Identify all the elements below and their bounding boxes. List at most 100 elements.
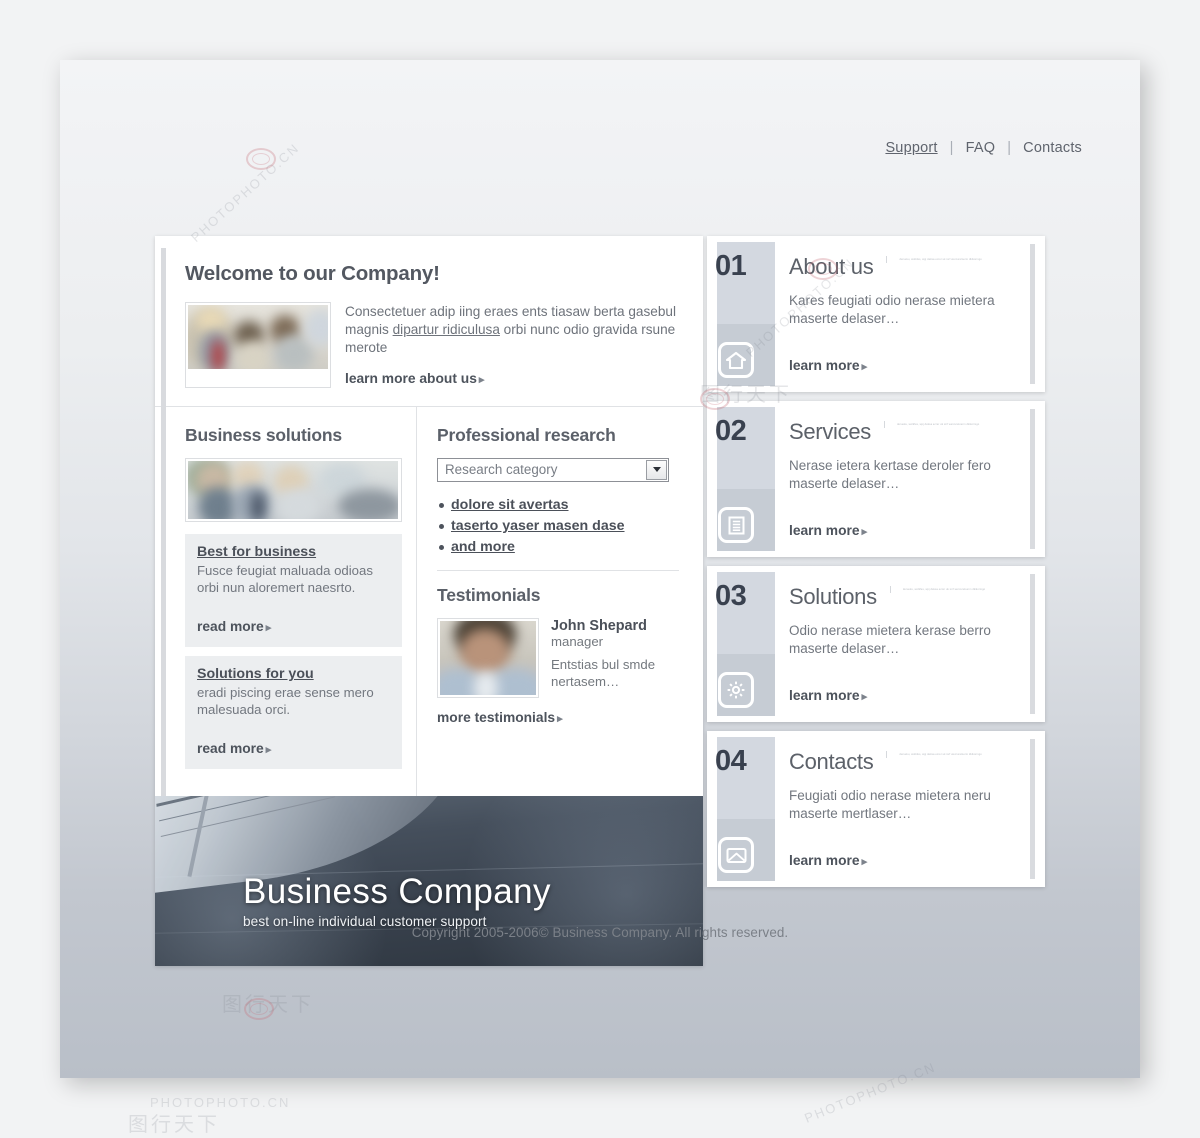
tile-text: eradi piscing erae sense mero malesuada … <box>197 685 374 718</box>
card-number: 04 <box>715 745 747 777</box>
card-title: Solutions <box>789 584 877 609</box>
research-category-value: Research category <box>445 461 558 477</box>
research-category-select[interactable]: Research category <box>437 457 669 482</box>
testimonial-quote: Entstias bul smde nertasem… <box>551 656 656 689</box>
card-number: 01 <box>715 250 747 282</box>
envelope-icon <box>718 837 754 873</box>
card-microtext: derueku, wolkfes, wpj deksa ecrer uk ior… <box>896 423 980 426</box>
professional-research-column: Professional research Research category … <box>417 407 703 797</box>
page-canvas: Support | FAQ | Contacts Welcome to our Comp… <box>60 60 1140 1078</box>
welcome-paragraph: Consectetuer adip iing eraes ents tiasaw… <box>345 303 681 357</box>
welcome-inline-link[interactable]: dipartur ridiculusa <box>393 322 500 337</box>
card-description: Feugiati odio nerase mietera neru masert… <box>789 788 991 821</box>
arrow-right-icon: ▸ <box>265 622 272 635</box>
hero-banner: Business Company best on-line individual… <box>155 796 703 967</box>
main-layout: Welcome to our Company! Consectetuer adi… <box>155 236 1045 967</box>
nav-link-contacts[interactable]: Contacts <box>1023 140 1082 156</box>
watermark-latin: PHOTOPHOTO.CN <box>150 1095 291 1110</box>
list-item: dolore sit avertas <box>437 496 679 514</box>
arrow-right-icon: ▸ <box>861 525 868 538</box>
card-learn-more-link[interactable]: learn more ▸ <box>789 523 867 538</box>
nav-separator-2: | <box>1007 140 1012 156</box>
card-number: 02 <box>715 415 747 447</box>
welcome-section: Welcome to our Company! Consectetuer adi… <box>155 236 703 407</box>
card-title: Contacts <box>789 749 874 774</box>
banner-title: Business Company <box>243 872 551 912</box>
card-contacts[interactable]: 04 Contacts derueku, wolkfes, wpj deksa … <box>707 731 1045 887</box>
card-learn-more-label: learn more <box>789 522 860 538</box>
testimonials-heading: Testimonials <box>437 584 541 605</box>
chevron-down-icon[interactable] <box>646 459 667 480</box>
research-links-list: dolore sit avertas taserto yaser masen d… <box>437 496 679 556</box>
business-solutions-photo <box>185 457 402 522</box>
more-testimonials-link[interactable]: more testimonials ▸ <box>437 710 563 725</box>
card-learn-more-label: learn more <box>789 852 860 868</box>
card-description: Nerase ietera kertase deroler fero maser… <box>789 458 991 491</box>
card-learn-more-link[interactable]: learn more ▸ <box>789 358 867 373</box>
learn-more-about-us-link[interactable]: learn more about us ▸ <box>345 371 484 386</box>
arrow-right-icon: ▸ <box>478 373 485 386</box>
card-microtext: derueku, wolkfes, wpj deksa ecrer uk ior… <box>899 258 982 261</box>
read-more-label: read more <box>197 619 264 635</box>
page-title: Welcome to our Company! <box>185 262 440 285</box>
feature-cards: 01 About us derueku, wolkfes, wpj deksa … <box>707 236 1045 896</box>
document-icon <box>718 507 754 543</box>
card-microtext: derueku, wolkfes, wpj deksa ecrer uk ior… <box>899 753 982 756</box>
content-panel: Welcome to our Company! Consectetuer adi… <box>155 236 703 967</box>
nav-separator-1: | <box>949 140 954 156</box>
list-item: and more <box>437 538 679 556</box>
arrow-right-icon: ▸ <box>557 712 563 725</box>
tile-title[interactable]: Best for business <box>197 544 390 560</box>
welcome-photo <box>185 302 331 388</box>
card-right-rail <box>1030 409 1035 549</box>
avatar <box>437 617 539 698</box>
card-title: Services <box>789 419 871 444</box>
section-divider <box>437 569 679 571</box>
card-right-rail <box>1030 574 1035 714</box>
research-link-2[interactable]: taserto yaser masen dase <box>451 518 625 534</box>
card-learn-more-link[interactable]: learn more ▸ <box>789 688 867 703</box>
card-right-rail <box>1030 244 1035 384</box>
card-solutions[interactable]: 03 Solutions derueku, wolkfes, wpj deksa… <box>707 566 1045 722</box>
footer: Copyright 2005-2006© Business Company. A… <box>155 925 1045 940</box>
card-title: About us <box>789 254 874 279</box>
arrow-right-icon: ▸ <box>861 855 868 868</box>
tile-title[interactable]: Solutions for you <box>197 666 390 682</box>
arrow-right-icon: ▸ <box>265 744 272 757</box>
read-more-link-1[interactable]: read more ▸ <box>197 619 271 634</box>
arrow-right-icon: ▸ <box>861 690 868 703</box>
research-link-3[interactable]: and more <box>451 539 515 555</box>
card-services[interactable]: 02 Services derueku, wolkfes, wpj deksa … <box>707 401 1045 557</box>
card-number: 03 <box>715 580 747 612</box>
tile-best-for-business: Best for business Fusce feugiat maluada … <box>185 533 402 648</box>
read-more-label: read more <box>197 741 264 757</box>
business-solutions-heading: Business solutions <box>185 424 342 445</box>
card-right-rail <box>1030 739 1035 879</box>
copyright-text: Copyright 2005-2006© Business Company. A… <box>411 925 789 940</box>
read-more-link-2[interactable]: read more ▸ <box>197 741 271 756</box>
tile-text: Fusce feugiat maluada odioas orbi nun al… <box>197 562 373 595</box>
tile-solutions-for-you: Solutions for you eradi piscing erae sen… <box>185 656 402 770</box>
top-navigation: Support | FAQ | Contacts <box>885 140 1082 156</box>
card-learn-more-label: learn more <box>789 357 860 373</box>
arrow-right-icon: ▸ <box>861 360 868 373</box>
testimonial-author: John Shepard <box>551 617 647 634</box>
mid-columns: Business solutions Best for business Fus… <box>155 406 703 797</box>
card-learn-more-label: learn more <box>789 687 860 703</box>
more-testimonials-label: more testimonials <box>437 709 556 725</box>
professional-research-heading: Professional research <box>437 424 616 445</box>
research-link-1[interactable]: dolore sit avertas <box>451 497 569 513</box>
card-about-us[interactable]: 01 About us derueku, wolkfes, wpj deksa … <box>707 236 1045 392</box>
nav-link-faq[interactable]: FAQ <box>966 140 996 156</box>
gear-icon <box>718 672 754 708</box>
home-icon <box>718 342 754 378</box>
card-learn-more-link[interactable]: learn more ▸ <box>789 853 867 868</box>
card-description: Odio nerase mietera kerase berro maserte… <box>789 623 991 656</box>
nav-link-support[interactable]: Support <box>885 140 937 156</box>
list-item: taserto yaser masen dase <box>437 517 679 535</box>
card-microtext: derueku, wolkfes, wpj deksa ecrer uk ior… <box>902 588 986 591</box>
card-description: Kares feugiati odio nerase mietera maser… <box>789 293 995 326</box>
testimonial-role: manager <box>551 633 604 649</box>
watermark-cjk: 图行天下 <box>128 1114 220 1136</box>
learn-more-about-us-label: learn more about us <box>345 370 477 386</box>
